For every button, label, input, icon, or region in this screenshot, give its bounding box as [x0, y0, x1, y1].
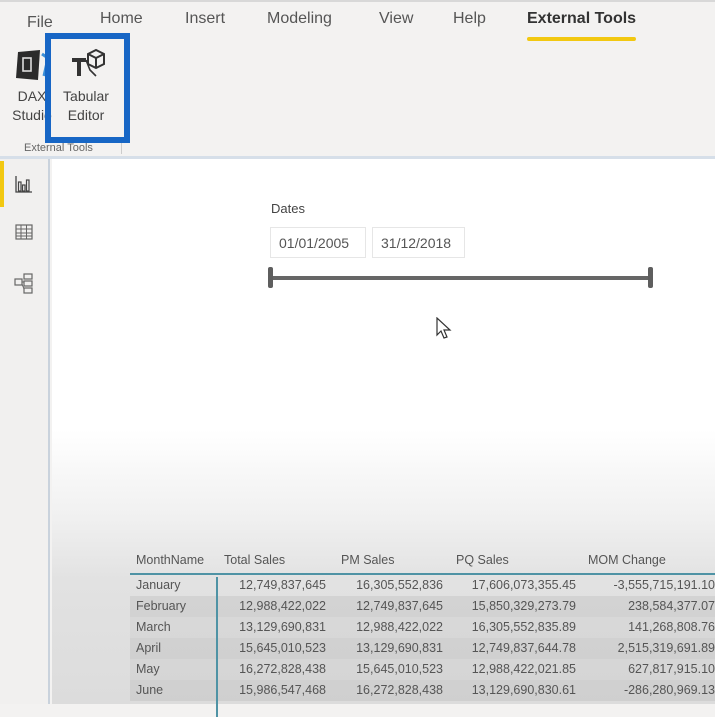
nav-data-view[interactable]: [0, 209, 48, 255]
column-header-total-sales[interactable]: Total Sales: [224, 553, 285, 567]
value-cell: -3,555,715,191.10: [613, 578, 715, 592]
value-cell: 15,645,010,523: [239, 641, 326, 655]
table-column-divider: [216, 577, 218, 717]
value-cell: 13,129,690,831: [239, 620, 326, 634]
tab-view[interactable]: View: [379, 10, 413, 28]
value-cell: 16,272,828,438: [356, 683, 443, 697]
external-tools-group-label: External Tools: [24, 142, 93, 154]
value-cell: 16,305,552,836: [356, 578, 443, 592]
value-cell: 238,584,377.07: [628, 599, 715, 613]
value-cell: 12,749,837,644.78: [471, 641, 576, 655]
month-cell: May: [136, 662, 160, 676]
column-header-mom-change[interactable]: MOM Change: [588, 553, 666, 567]
value-cell: 12,988,422,022: [239, 599, 326, 613]
slider-start-handle[interactable]: [268, 267, 273, 288]
value-cell: 16,272,828,438: [239, 662, 326, 676]
end-date-input[interactable]: 31/12/2018: [372, 227, 465, 258]
value-cell: 16,305,552,835.89: [471, 620, 576, 634]
sales-table: MonthName Total Sales PM Sales PQ Sales …: [130, 545, 715, 717]
table-grid-icon: [15, 224, 33, 240]
slicer-title: Dates: [271, 201, 305, 216]
tabular-editor-highlight: [45, 33, 130, 143]
month-cell: March: [136, 620, 171, 634]
table-header: MonthName Total Sales PM Sales PQ Sales …: [130, 545, 715, 575]
value-cell: 141,268,808.76: [628, 620, 715, 634]
month-cell: April: [136, 641, 162, 655]
value-cell: 13,129,690,831: [356, 641, 443, 655]
value-cell: 12,988,422,022: [356, 620, 443, 634]
month-cell: February: [136, 599, 187, 613]
value-cell: 12,749,837,645: [356, 599, 443, 613]
value-cell: 15,645,010,523: [356, 662, 443, 676]
value-cell: 2,515,319,691.89: [617, 641, 715, 655]
value-cell: 15,850,329,273.79: [471, 599, 576, 613]
value-cell: 15,986,547,468: [239, 683, 326, 697]
nav-report-view[interactable]: [0, 161, 48, 207]
tab-insert[interactable]: Insert: [185, 10, 225, 28]
value-cell: 17,606,073,355.45: [471, 578, 576, 592]
tab-modeling[interactable]: Modeling: [267, 10, 332, 28]
column-header-pq-sales[interactable]: PQ Sales: [456, 553, 509, 567]
value-cell: 13,129,690,830.61: [471, 683, 576, 697]
value-cell: 12,988,422,021.85: [471, 662, 576, 676]
tab-help[interactable]: Help: [453, 10, 486, 28]
column-header-pm-sales[interactable]: PM Sales: [341, 553, 395, 567]
value-cell: 627,817,915.10: [628, 662, 715, 676]
slider-end-handle[interactable]: [648, 267, 653, 288]
tab-home[interactable]: Home: [100, 10, 143, 28]
tab-file[interactable]: File: [27, 14, 53, 32]
month-cell: January: [136, 578, 181, 592]
month-cell: June: [136, 683, 164, 697]
report-canvas: Dates 01/01/2005 31/12/2018 MonthName To…: [52, 159, 715, 717]
tab-external-tools[interactable]: External Tools: [527, 10, 637, 41]
mouse-cursor-icon: [436, 317, 452, 339]
bar-chart-icon: [15, 176, 32, 193]
start-date-input[interactable]: 01/01/2005: [270, 227, 366, 258]
column-header-monthname[interactable]: MonthName: [136, 553, 204, 567]
nav-model-view[interactable]: [0, 260, 48, 306]
model-diagram-icon: [14, 273, 33, 294]
left-nav: [0, 159, 50, 704]
value-cell: -286,280,969.13: [623, 683, 715, 697]
value-cell: 12,749,837,645: [239, 578, 326, 592]
date-range-slider-track[interactable]: [270, 276, 652, 280]
